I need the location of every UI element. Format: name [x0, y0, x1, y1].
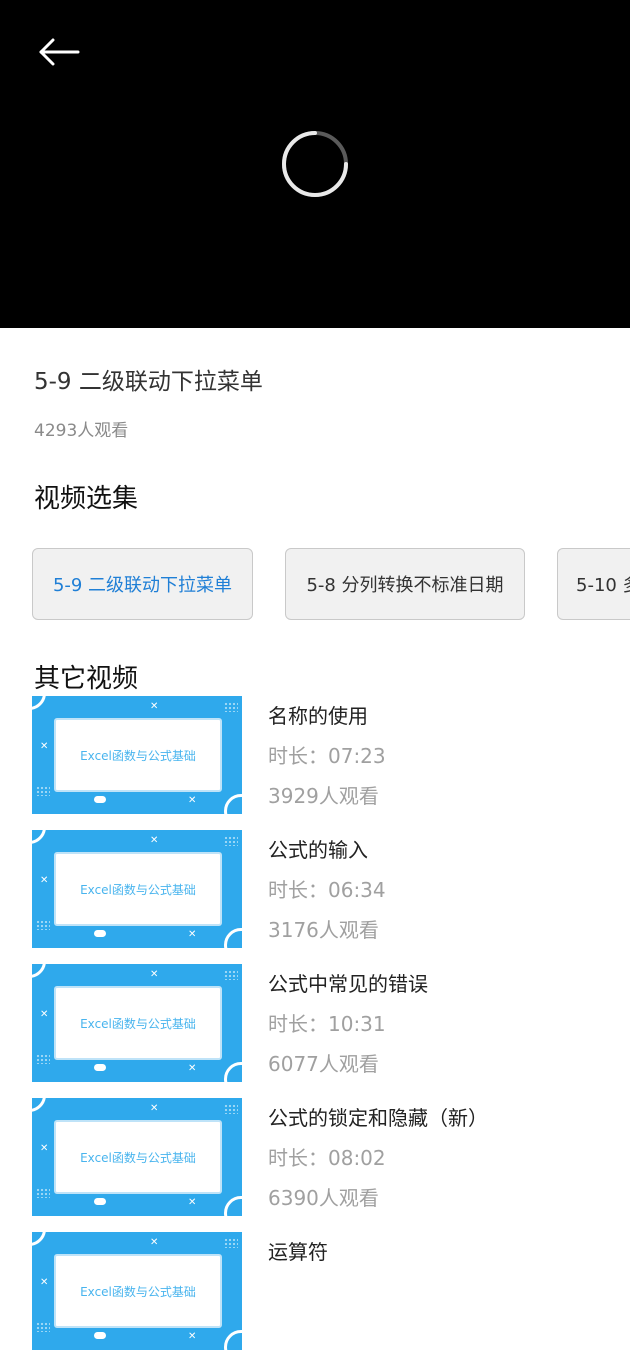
- thumbnail-decor: [224, 1062, 242, 1082]
- thumbnail-decor: [36, 1188, 50, 1198]
- video-name: 运算符: [268, 1240, 328, 1264]
- thumbnail-decor: ✕: [40, 741, 49, 752]
- thumbnail-text: Excel函数与公式基础: [80, 748, 196, 763]
- video-player[interactable]: [0, 0, 630, 328]
- video-duration: [268, 1276, 328, 1304]
- thumbnail-decor: [36, 920, 50, 930]
- thumbnail-decor: [36, 1054, 50, 1064]
- thumbnail-decor: ✕: [188, 1063, 197, 1074]
- video-views: 3929人观看: [268, 784, 379, 808]
- thumbnail-decor: ✕: [40, 1009, 49, 1020]
- thumbnail-decor: [224, 970, 238, 980]
- thumbnail-decor: [224, 836, 238, 846]
- episode-chip[interactable]: 5-10 多: [557, 548, 630, 620]
- thumbnail-decor: ✕: [150, 1103, 159, 1114]
- episodes-section-title: 视频选集: [34, 484, 139, 514]
- thumbnail-decor: [224, 702, 238, 712]
- thumbnail-decor: [94, 930, 106, 937]
- thumbnail-decor: ✕: [188, 1197, 197, 1208]
- video-info: 公式中常见的错误 时长：10:31 6077人观看: [268, 968, 428, 1076]
- video-duration: 时长：08:02: [268, 1146, 386, 1170]
- thumbnail-decor: [32, 964, 46, 978]
- thumbnail-card: Excel函数与公式基础: [54, 718, 222, 792]
- thumbnail-decor: ✕: [188, 929, 197, 940]
- video-list-item[interactable]: ✕ ✕ ✕ Excel函数与公式基础 公式的输入时长：06:34 3176人观看: [32, 830, 630, 948]
- thumbnail-text: Excel函数与公式基础: [80, 1284, 196, 1299]
- thumbnail-decor: [36, 1322, 50, 1332]
- episode-chip-active[interactable]: 5-9 二级联动下拉菜单: [32, 548, 253, 620]
- episode-selector[interactable]: 5-9 二级联动下拉菜单 5-8 分列转换不标准日期 5-10 多: [0, 548, 630, 624]
- back-arrow-icon: [39, 38, 80, 66]
- video-list-item[interactable]: ✕ ✕ ✕ Excel函数与公式基础 名称的使用时长：07:23 3929人观看: [32, 696, 630, 814]
- video-thumbnail: ✕ ✕ ✕ Excel函数与公式基础: [32, 830, 242, 948]
- thumbnail-decor: [224, 1196, 242, 1216]
- video-info: 公式的锁定和隐藏（新） 时长：08:02 6390人观看: [268, 1102, 488, 1210]
- thumbnail-decor: [94, 1198, 106, 1205]
- thumbnail-decor: ✕: [150, 835, 159, 846]
- thumbnail-decor: [32, 1098, 46, 1112]
- thumbnail-decor: [224, 1330, 242, 1350]
- thumbnail-card: Excel函数与公式基础: [54, 1120, 222, 1194]
- thumbnail-decor: ✕: [40, 1143, 49, 1154]
- thumbnail-decor: [36, 786, 50, 796]
- video-duration: 时长：07:23: [268, 744, 386, 768]
- thumbnail-decor: [94, 1332, 106, 1339]
- video-thumbnail: ✕ ✕ ✕ Excel函数与公式基础: [32, 964, 242, 1082]
- video-thumbnail: ✕ ✕ ✕ Excel函数与公式基础: [32, 1232, 242, 1350]
- video-list-item[interactable]: ✕ ✕ ✕ Excel函数与公式基础 运算符: [32, 1232, 630, 1350]
- thumbnail-decor: [32, 830, 46, 844]
- thumbnail-decor: ✕: [188, 1331, 197, 1342]
- thumbnail-decor: ✕: [150, 701, 159, 712]
- back-button[interactable]: [34, 30, 84, 74]
- video-list-item[interactable]: ✕ ✕ ✕ Excel函数与公式基础 公式中常见的错误 时长：10:31 6077人观看: [32, 964, 630, 1082]
- thumbnail-decor: [224, 928, 242, 948]
- video-name: 名称的使用: [268, 704, 368, 728]
- thumbnail-decor: ✕: [150, 969, 159, 980]
- thumbnail-card: Excel函数与公式基础: [54, 986, 222, 1060]
- thumbnail-text: Excel函数与公式基础: [80, 882, 196, 897]
- video-thumbnail: ✕ ✕ ✕ Excel函数与公式基础: [32, 696, 242, 814]
- video-info: 名称的使用时长：07:23 3929人观看: [268, 700, 386, 808]
- thumbnail-decor: ✕: [150, 1237, 159, 1248]
- video-info: 公式的输入时长：06:34 3176人观看: [268, 834, 386, 942]
- video-list-item[interactable]: ✕ ✕ ✕ Excel函数与公式基础 公式的锁定和隐藏（新） 时长：08:02 6390人观…: [32, 1098, 630, 1216]
- thumbnail-decor: [224, 794, 242, 814]
- loading-spinner-icon: [282, 131, 348, 197]
- thumbnail-decor: [32, 1232, 46, 1246]
- thumbnail-decor: [94, 796, 106, 803]
- thumbnail-card: Excel函数与公式基础: [54, 852, 222, 926]
- video-name: 公式中常见的错误: [268, 972, 428, 996]
- thumbnail-decor: [224, 1238, 238, 1248]
- video-views: 6077人观看: [268, 1052, 379, 1076]
- thumbnail-decor: [94, 1064, 106, 1071]
- thumbnail-card: Excel函数与公式基础: [54, 1254, 222, 1328]
- thumbnail-decor: ✕: [40, 875, 49, 886]
- video-title: 5-9 二级联动下拉菜单: [34, 369, 263, 395]
- thumbnail-text: Excel函数与公式基础: [80, 1150, 196, 1165]
- thumbnail-decor: [32, 696, 46, 710]
- other-videos-section-title: 其它视频: [34, 664, 139, 694]
- thumbnail-decor: ✕: [188, 795, 197, 806]
- video-views: 6390人观看: [268, 1186, 379, 1210]
- thumbnail-text: Excel函数与公式基础: [80, 1016, 196, 1031]
- video-name: 公式的输入: [268, 838, 368, 862]
- episode-chip[interactable]: 5-8 分列转换不标准日期: [285, 548, 525, 620]
- video-views: 3176人观看: [268, 918, 379, 942]
- video-duration: 时长：06:34: [268, 878, 386, 902]
- video-views: [268, 1316, 328, 1344]
- video-duration: 时长：10:31: [268, 1012, 386, 1036]
- video-info: 运算符: [268, 1236, 328, 1344]
- video-thumbnail: ✕ ✕ ✕ Excel函数与公式基础: [32, 1098, 242, 1216]
- video-view-count: 4293人观看: [34, 421, 129, 441]
- video-name: 公式的锁定和隐藏（新）: [268, 1106, 488, 1130]
- thumbnail-decor: [224, 1104, 238, 1114]
